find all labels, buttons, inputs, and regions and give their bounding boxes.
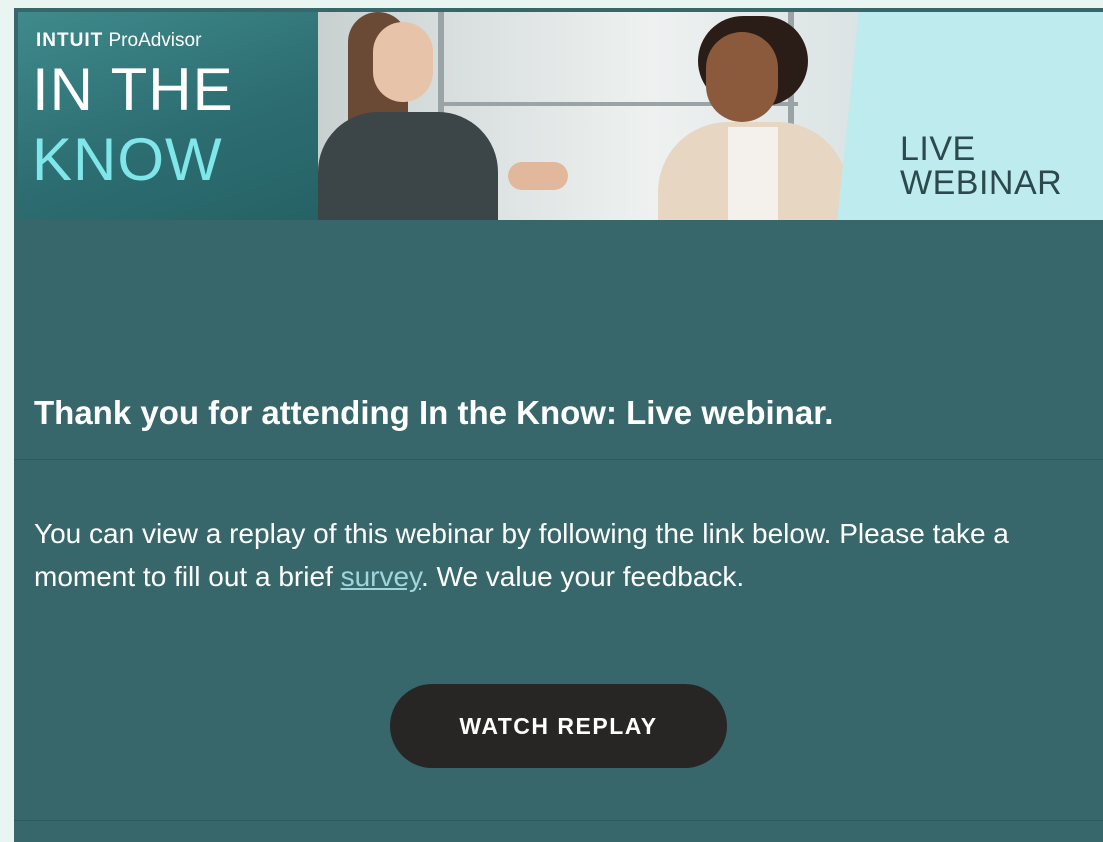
email-card: INTUIT ProAdvisor IN THE KNOW LIVE WEBIN…	[14, 8, 1103, 842]
body-text-end: . We value your feedback.	[420, 561, 745, 592]
person-hand	[508, 162, 568, 190]
banner-title-panel: INTUIT ProAdvisor IN THE KNOW	[18, 12, 318, 220]
banner-photo	[318, 12, 878, 220]
person-shirt	[728, 127, 778, 220]
intuit-proadvisor-logo: INTUIT ProAdvisor	[36, 30, 201, 52]
divider	[14, 820, 1103, 821]
survey-link[interactable]: survey	[341, 561, 421, 592]
divider	[14, 459, 1103, 460]
person-face	[706, 32, 778, 122]
headline: Thank you for attending In the Know: Liv…	[34, 394, 834, 431]
brand-intuit: INTUIT	[36, 30, 104, 51]
watch-replay-button[interactable]: WATCH REPLAY	[390, 684, 727, 768]
banner-title-line-1: IN THE	[32, 56, 234, 123]
person-face	[373, 22, 433, 102]
webinar-banner: INTUIT ProAdvisor IN THE KNOW LIVE WEBIN…	[18, 12, 1103, 220]
banner-live-panel: LIVE WEBINAR	[837, 12, 1103, 220]
brand-proadvisor: ProAdvisor	[108, 30, 202, 51]
person-body	[318, 112, 498, 220]
webinar-label: WEBINAR	[900, 164, 1063, 202]
body-copy: You can view a replay of this webinar by…	[34, 512, 1074, 598]
banner-title-line-2: KNOW	[32, 126, 223, 193]
live-label: LIVE	[900, 130, 976, 168]
